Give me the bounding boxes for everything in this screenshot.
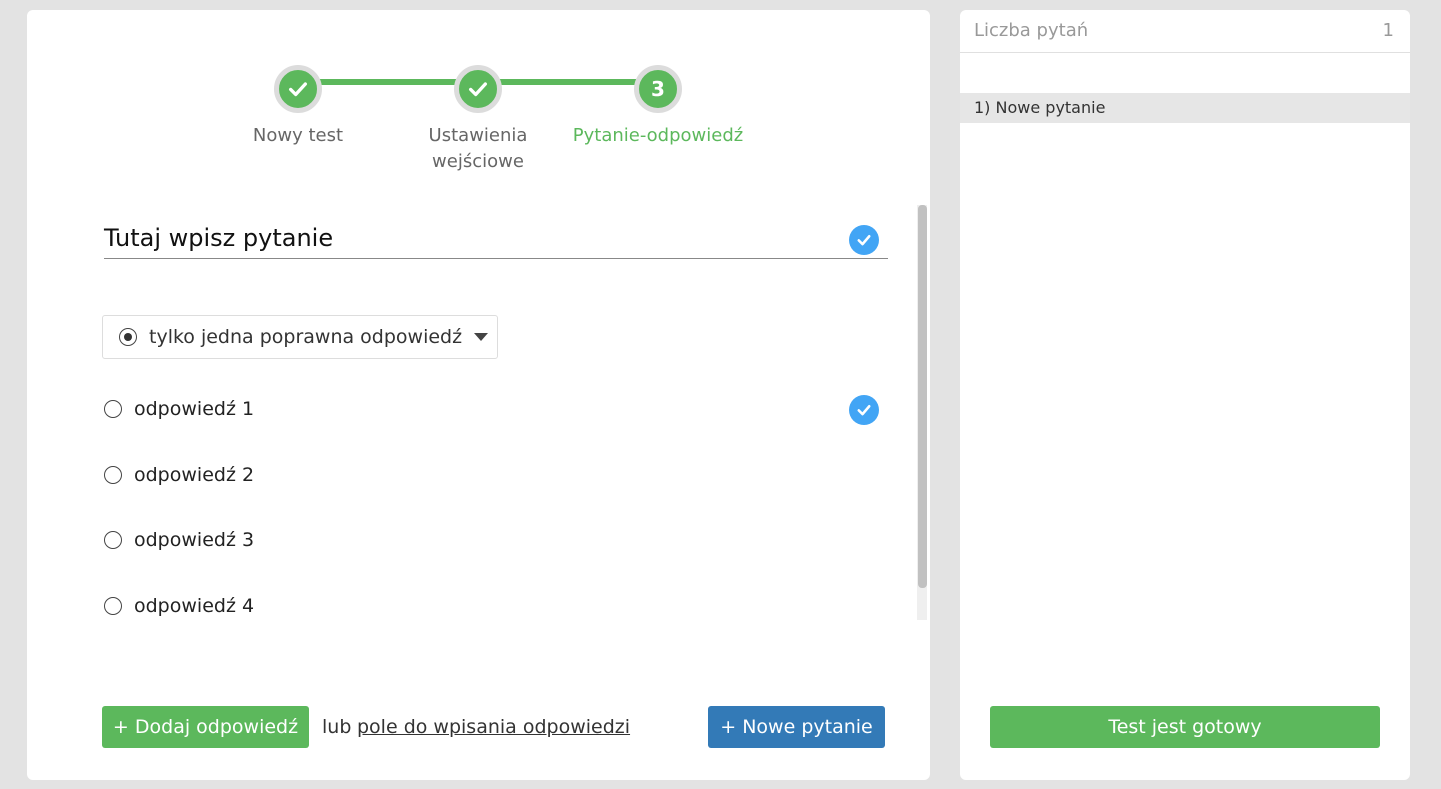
question-input[interactable]: Tutaj wpisz pytanie bbox=[104, 220, 888, 259]
step-2-label: Ustawienia wejściowe bbox=[388, 123, 568, 175]
answer-1-label[interactable]: odpowiedź 1 bbox=[134, 398, 254, 420]
step-2-label-line2: wejściowe bbox=[432, 151, 524, 172]
step-2-label-line1: Ustawienia bbox=[428, 125, 528, 146]
answer-2-radio[interactable] bbox=[104, 466, 122, 484]
question-count-label: Liczba pytań bbox=[974, 20, 1089, 41]
answer-3-radio[interactable] bbox=[104, 531, 122, 549]
answer-3-label[interactable]: odpowiedź 3 bbox=[134, 529, 254, 551]
answer-row-1[interactable]: odpowiedź 1 bbox=[104, 394, 888, 424]
answer-type-label: tylko jedna poprawna odpowiedź bbox=[149, 326, 463, 348]
answer-row-2[interactable]: odpowiedź 2 bbox=[104, 460, 888, 490]
stepper-line-1 bbox=[299, 79, 479, 85]
answer-2-label[interactable]: odpowiedź 2 bbox=[134, 464, 254, 486]
scrollbar-thumb[interactable] bbox=[918, 205, 927, 588]
free-text-answer-link[interactable]: pole do wpisania odpowiedzi bbox=[357, 716, 630, 738]
question-text[interactable]: Tutaj wpisz pytanie bbox=[104, 220, 333, 256]
step-2-check-icon[interactable] bbox=[454, 65, 502, 113]
step-1-label: Nowy test bbox=[252, 125, 344, 146]
new-question-button[interactable]: + Nowe pytanie bbox=[708, 706, 885, 748]
question-list-item[interactable]: 1) Nowe pytanie bbox=[960, 93, 1410, 123]
radio-selected-icon bbox=[119, 328, 137, 346]
questions-sidebar: Liczba pytań 1 1) Nowe pytanie bbox=[960, 10, 1410, 780]
step-3-number[interactable]: 3 bbox=[634, 65, 682, 113]
answer-4-radio[interactable] bbox=[104, 597, 122, 615]
add-answer-button[interactable]: + Dodaj odpowiedź bbox=[102, 706, 309, 748]
answer-type-dropdown[interactable]: tylko jedna poprawna odpowiedź bbox=[102, 315, 498, 359]
question-confirm-check-icon[interactable] bbox=[849, 225, 879, 255]
or-text: lub bbox=[322, 716, 352, 738]
caret-down-icon bbox=[474, 333, 489, 341]
step-3-label: Pytanie-odpowiedź bbox=[572, 125, 744, 146]
stepper-line-2 bbox=[479, 79, 659, 85]
question-list-item-label: 1) Nowe pytanie bbox=[974, 98, 1106, 117]
answer-1-radio[interactable] bbox=[104, 400, 122, 418]
answer-row-4[interactable]: odpowiedź 4 bbox=[104, 591, 888, 621]
step-1-check-icon[interactable] bbox=[274, 65, 322, 113]
answer-4-label[interactable]: odpowiedź 4 bbox=[134, 595, 254, 617]
question-count-value: 1 bbox=[1382, 20, 1394, 41]
answer-row-3[interactable]: odpowiedź 3 bbox=[104, 525, 888, 555]
answer-1-correct-check-icon[interactable] bbox=[849, 395, 879, 425]
step-3-number-text: 3 bbox=[651, 77, 665, 101]
sidebar-header: Liczba pytań 1 bbox=[960, 10, 1410, 53]
test-ready-button[interactable]: Test jest gotowy bbox=[990, 706, 1380, 748]
